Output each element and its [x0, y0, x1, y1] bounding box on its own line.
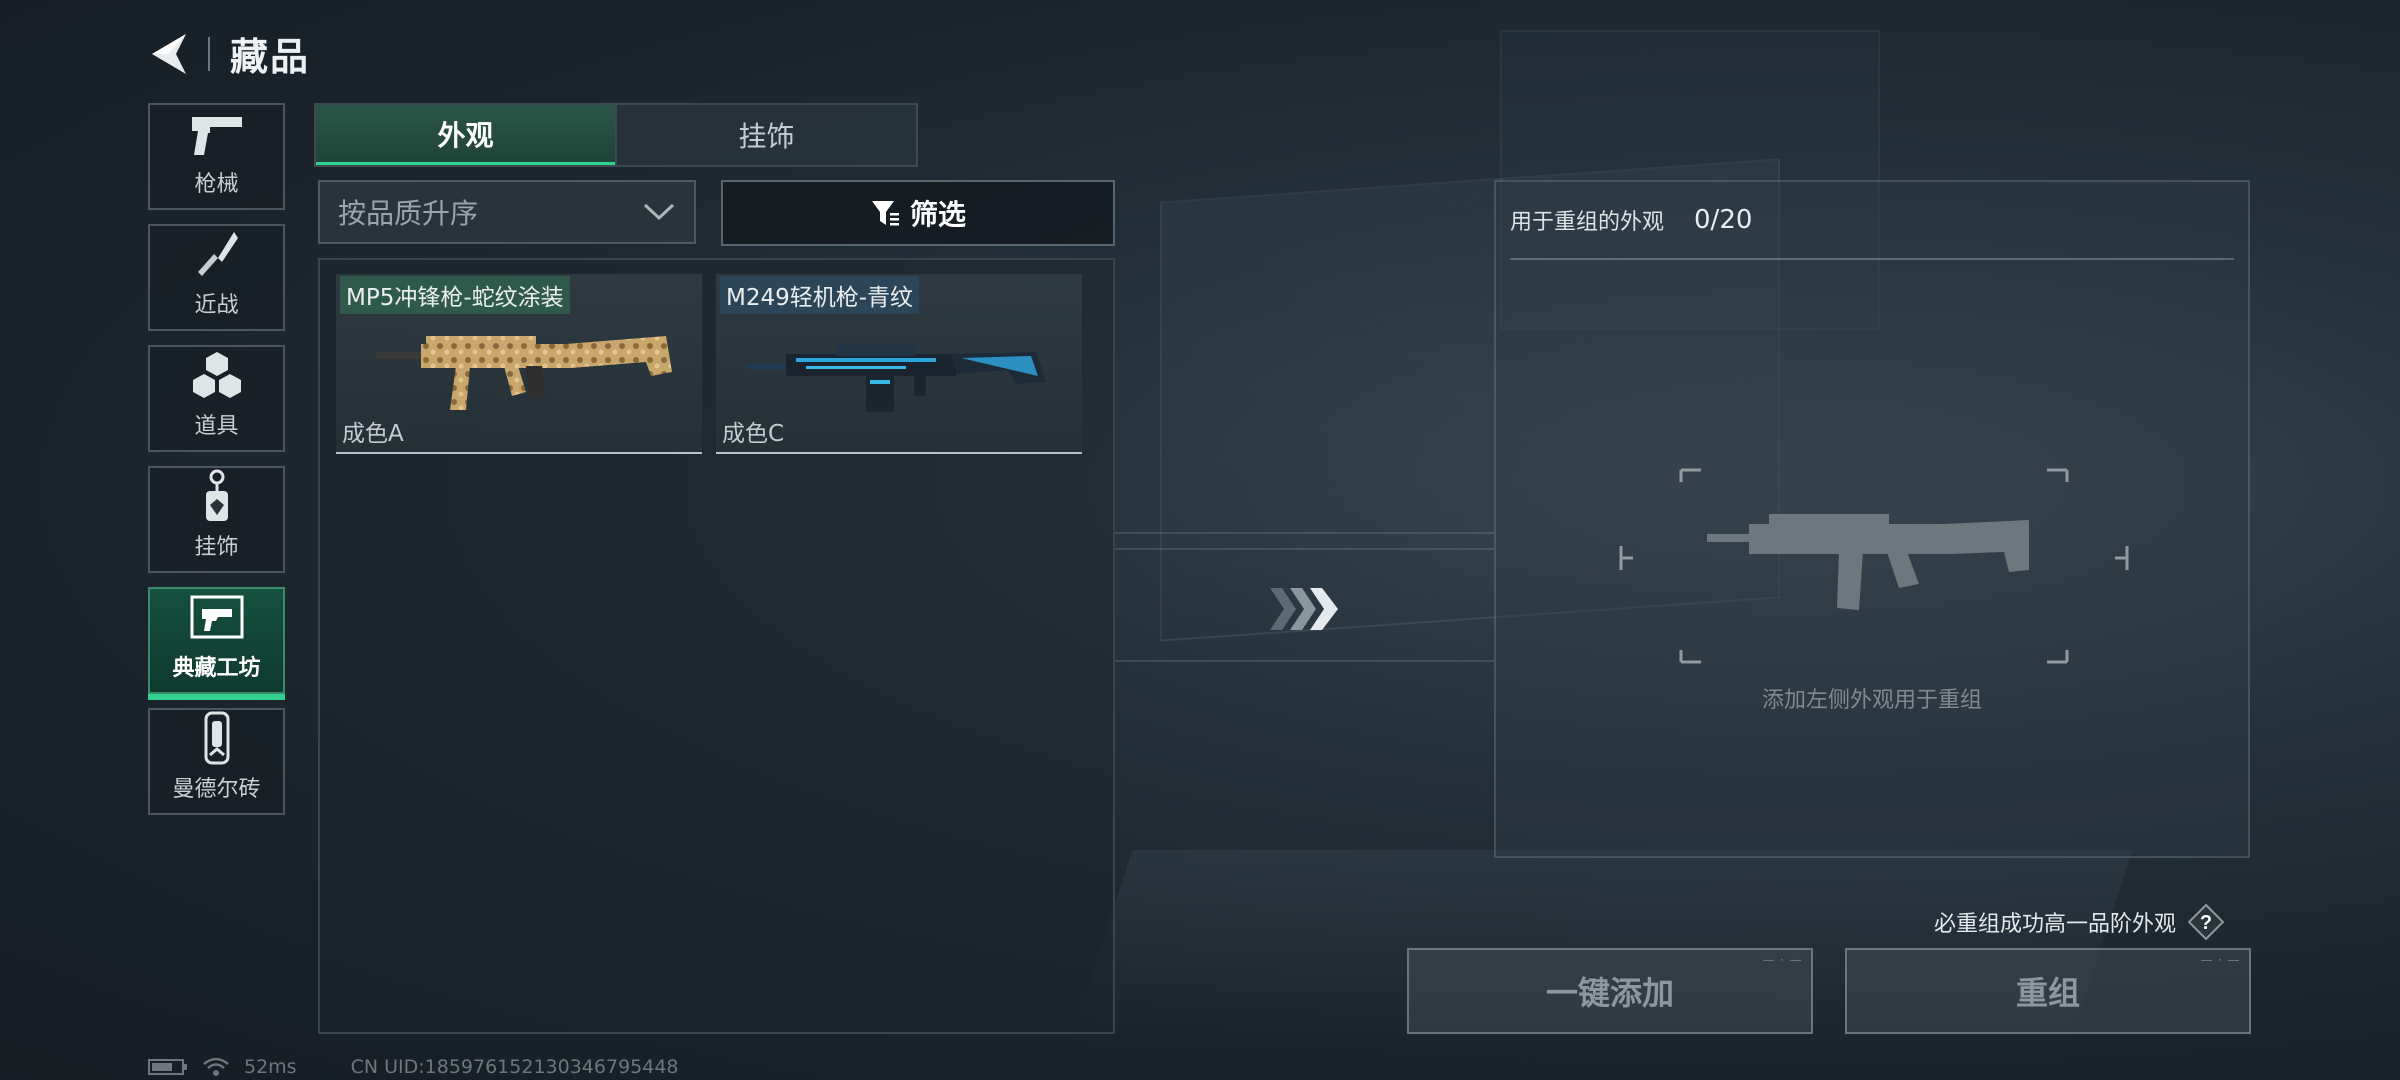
sidebar-item-label: 曼德尔砖 [172, 777, 261, 802]
chevron-down-icon [643, 203, 675, 221]
user-uid: CN UID:185976152130346795448 [350, 1056, 679, 1078]
recompose-count: 0/20 [1694, 205, 1753, 235]
recompose-label: 用于重组的外观 [1510, 210, 1665, 235]
knife-icon [188, 229, 246, 281]
recompose-button-label: 重组 [2015, 974, 2080, 1012]
wifi-icon [203, 1057, 229, 1076]
brick-icon [188, 711, 246, 765]
guarantee-info: 必重组成功高一品阶外观 ? [1934, 904, 2225, 940]
add-all-button[interactable]: —— · —— 一键添加 [1407, 948, 1813, 1034]
background-line [1115, 548, 1495, 550]
filter-button-label: 筛选 [909, 198, 966, 231]
sort-dropdown-value: 按品质升序 [338, 197, 479, 230]
tab-skins[interactable]: 外观 [316, 105, 615, 165]
tab-charms[interactable]: 挂饰 [615, 105, 916, 165]
charm-icon [188, 469, 246, 523]
sidebar-item-label: 典藏工坊 [172, 656, 261, 681]
back-arrow-icon[interactable] [148, 32, 188, 76]
transfer-arrows-icon [1270, 588, 1338, 630]
skin-card-name: MP5冲锋枪-蛇纹涂装 [340, 276, 570, 314]
mp5-weapon-image [376, 336, 672, 410]
background-line [1115, 532, 1495, 534]
sidebar-item-firearms[interactable]: 枪械 [148, 103, 285, 210]
ping-value: 52ms [244, 1056, 297, 1078]
background-line [1115, 660, 1495, 662]
filter-button[interactable]: 筛选 [721, 180, 1115, 246]
recompose-hint: 添加左侧外观用于重组 [1761, 688, 1982, 713]
category-sidebar: 枪械 近战 道具 挂饰 典藏工坊 曼德尔砖 [148, 103, 285, 829]
battery-icon [148, 1059, 187, 1075]
sidebar-item-label: 近战 [194, 293, 239, 318]
page-header: 藏品 [148, 26, 310, 81]
sidebar-item-mandel-brick[interactable]: 曼德尔砖 [148, 708, 285, 815]
sidebar-item-workshop[interactable]: 典藏工坊 [148, 587, 285, 700]
tab-bar: 外观 挂饰 [314, 103, 918, 167]
guarantee-text: 必重组成功高一品阶外观 [1934, 912, 2177, 937]
header-divider [208, 36, 210, 71]
empty-slot-placeholder [1619, 468, 2129, 664]
recompose-header: 用于重组的外观 0/20 [1510, 204, 1752, 236]
sidebar-item-charms[interactable]: 挂饰 [148, 466, 285, 573]
button-decoration: —— · —— [2201, 956, 2239, 966]
svg-text:?: ? [2200, 912, 2212, 934]
status-bar: 52ms CN UID:185976152130346795448 [148, 1056, 679, 1078]
button-decoration: —— · —— [1763, 956, 1801, 966]
m249-weapon-image [746, 344, 1046, 412]
items-icon [188, 350, 246, 402]
recompose-panel: 用于重组的外观 0/20 添加左侧外观用于重组 [1494, 180, 2250, 858]
pistol-icon [188, 108, 246, 160]
skin-card-name: M249轻机枪-青纹 [720, 276, 920, 314]
recompose-divider [1510, 258, 2234, 260]
recompose-button[interactable]: —— · —— 重组 [1845, 948, 2251, 1034]
filter-icon [871, 201, 899, 226]
sidebar-item-label: 挂饰 [194, 535, 239, 560]
help-icon[interactable]: ? [2188, 904, 2225, 940]
skin-list-panel: MP5冲锋枪-蛇纹涂装 成色A M249轻机枪-青纹 成色C [318, 258, 1115, 1034]
skin-card[interactable]: M249轻机枪-青纹 成色C [716, 274, 1082, 454]
skin-card[interactable]: MP5冲锋枪-蛇纹涂装 成色A [336, 274, 702, 454]
add-all-button-label: 一键添加 [1545, 974, 1674, 1012]
workshop-icon [188, 592, 246, 644]
skin-card-quality: 成色A [342, 421, 404, 447]
page-title: 藏品 [230, 35, 311, 79]
skin-card-quality: 成色C [722, 421, 785, 447]
rifle-silhouette-icon [1707, 514, 2029, 610]
sidebar-item-label: 枪械 [194, 172, 239, 197]
sort-dropdown[interactable]: 按品质升序 [318, 180, 696, 244]
sidebar-item-items[interactable]: 道具 [148, 345, 285, 452]
sidebar-item-melee[interactable]: 近战 [148, 224, 285, 331]
sidebar-item-label: 道具 [194, 414, 239, 439]
